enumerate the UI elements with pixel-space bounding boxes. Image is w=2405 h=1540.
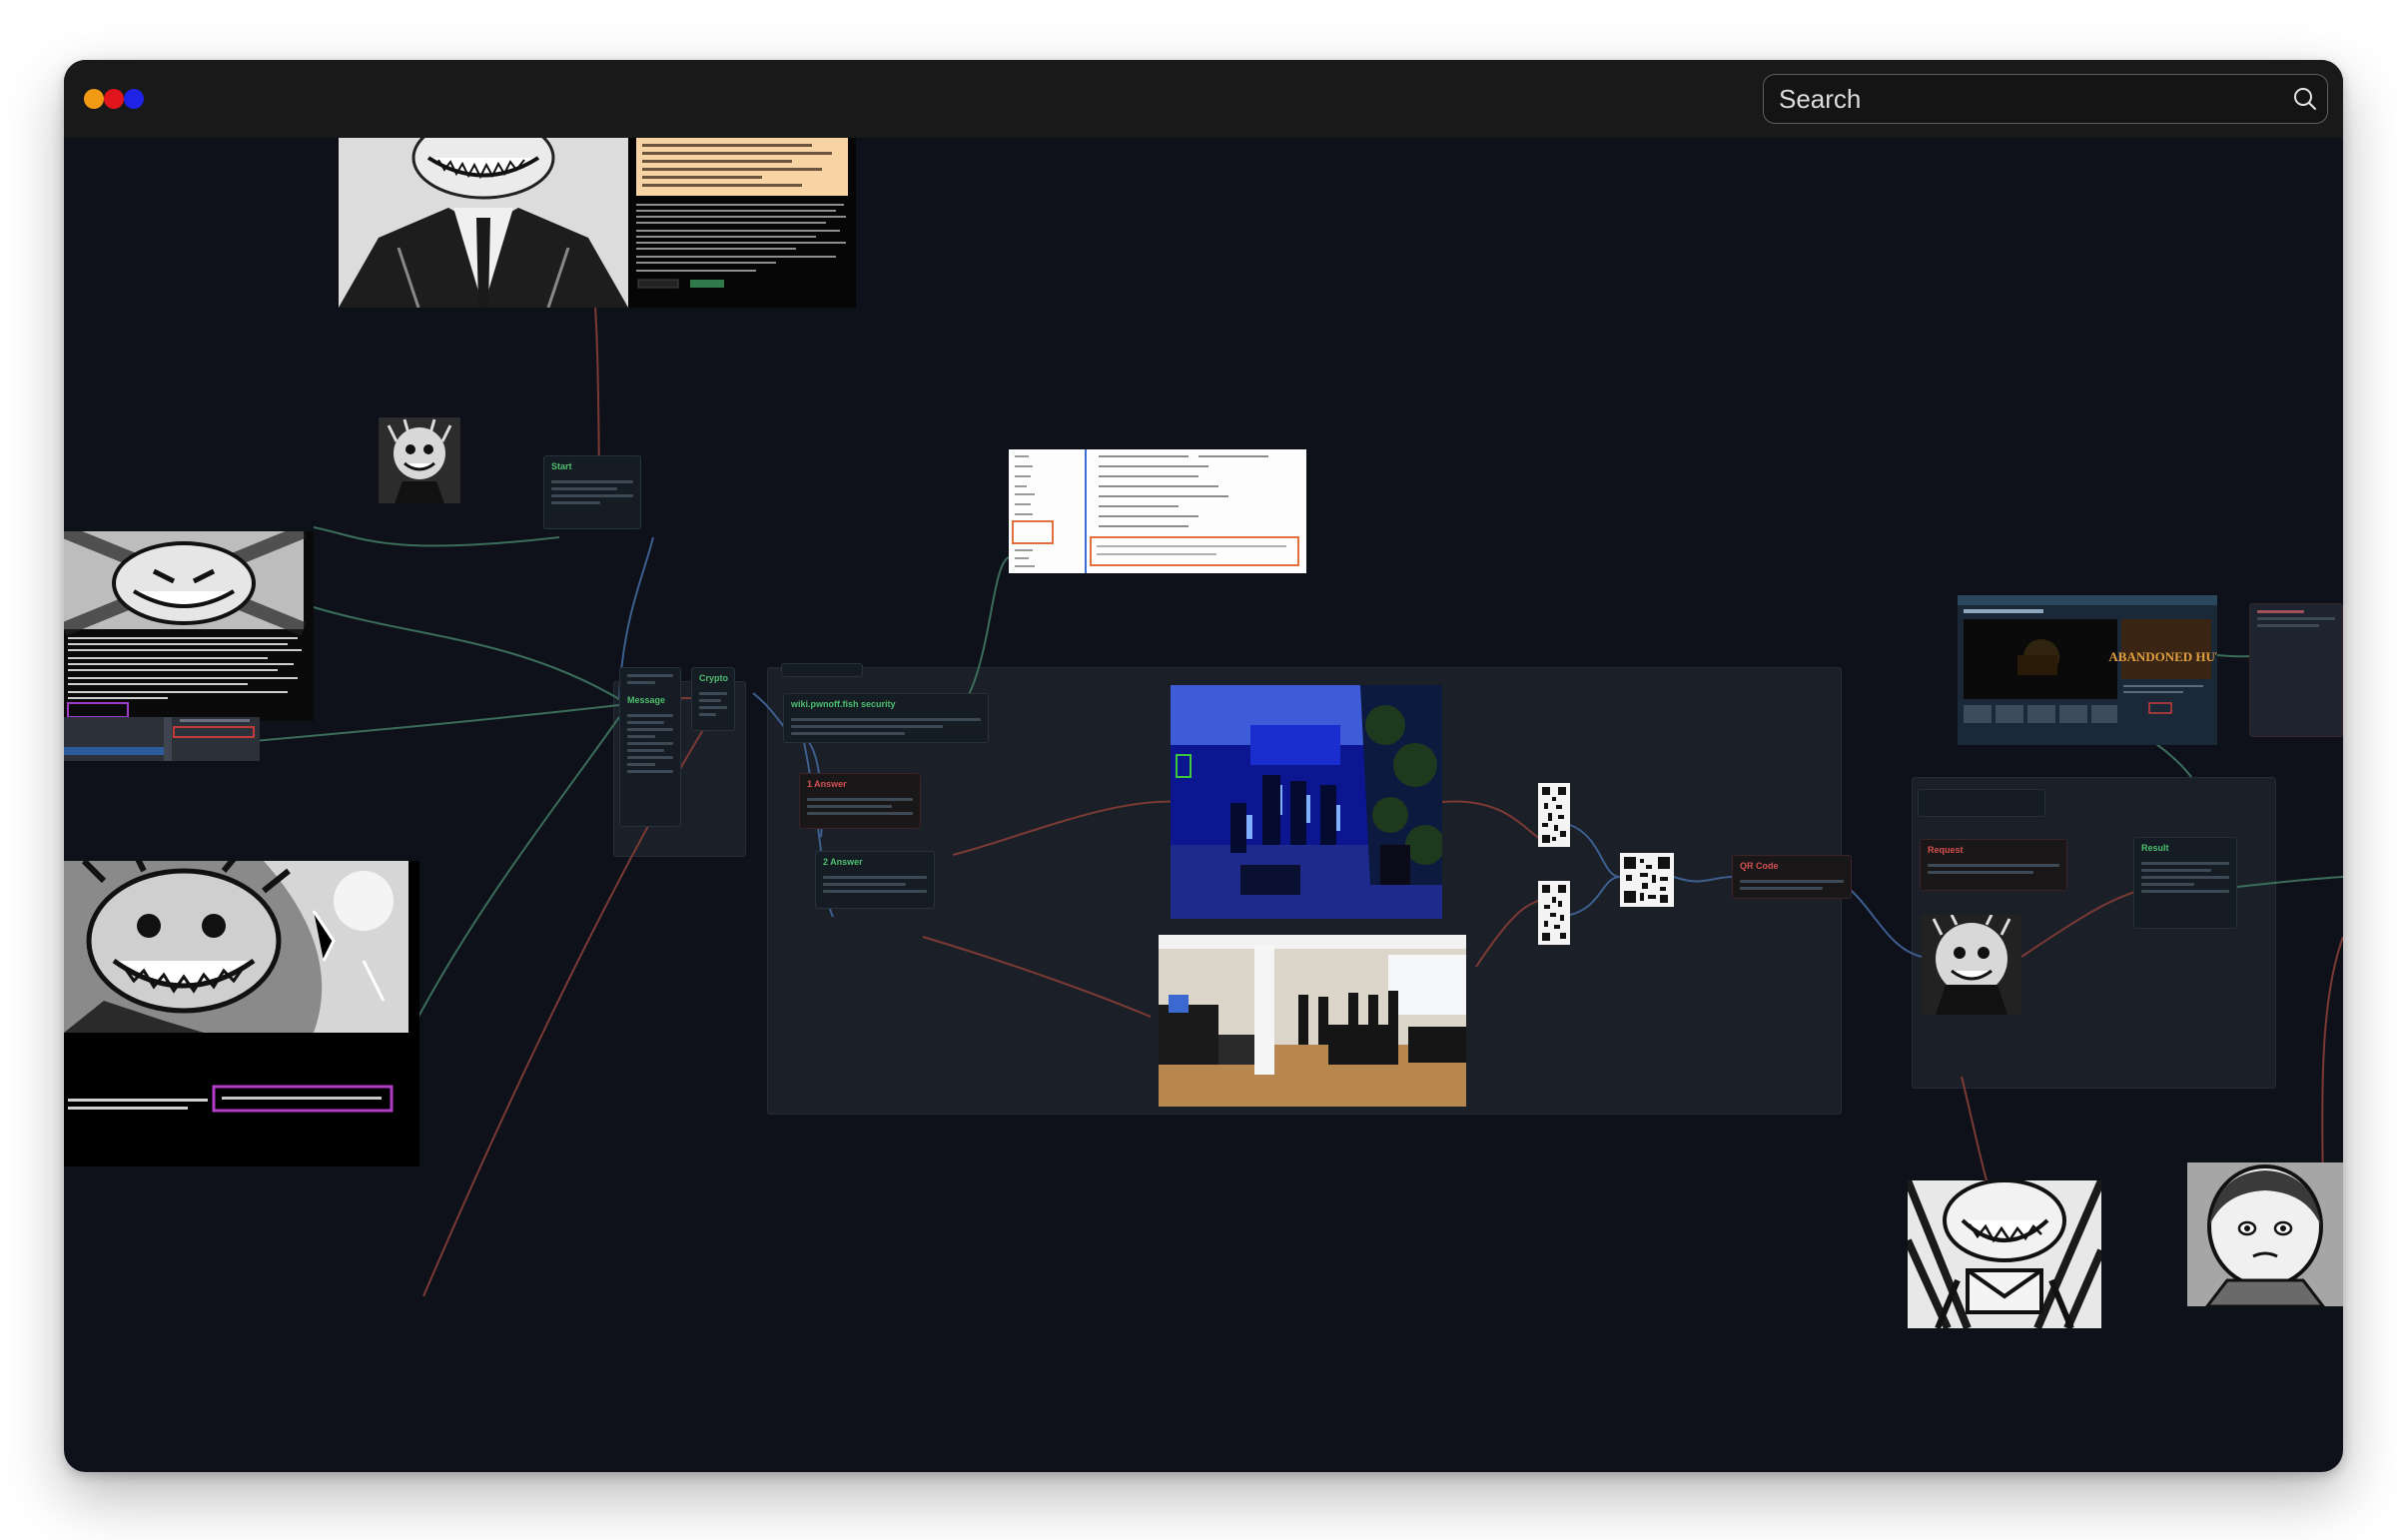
wire — [922, 936, 1152, 1018]
node-request[interactable]: Request — [1920, 839, 2067, 891]
wire — [592, 277, 600, 478]
node-security-header[interactable] — [781, 663, 863, 677]
node-title: Crypto — [699, 673, 728, 683]
node-title: 2 Answer — [823, 857, 863, 867]
image-qr-code-small-2[interactable] — [1538, 881, 1570, 945]
node-crypto[interactable]: Crypto — [691, 667, 735, 731]
node-message[interactable]: Message — [619, 667, 681, 827]
node-answer-2[interactable]: 2 Answer — [815, 851, 935, 909]
image-form-screenshot[interactable] — [1009, 449, 1306, 573]
wire — [2020, 886, 2152, 958]
node-canvas[interactable]: Start Message Crypto wiki.pwnoff.fish se… — [64, 138, 2343, 1472]
search-icon[interactable] — [2283, 77, 2327, 121]
node-start[interactable]: Start — [543, 455, 641, 529]
node-title: QR Code — [1740, 861, 1779, 871]
node-title: Message — [627, 695, 666, 705]
search-input[interactable] — [1764, 75, 2283, 123]
wire — [2236, 876, 2343, 888]
wire — [952, 800, 1182, 856]
node-title: Result — [2141, 843, 2169, 853]
wire — [1475, 898, 1541, 968]
node-title: Request — [1928, 845, 1964, 855]
wire — [1569, 824, 1621, 878]
game-title-art: ABANDONED HUT — [2108, 649, 2217, 664]
node-request-header[interactable] — [1918, 789, 2045, 817]
node-title: 1 Answer — [807, 779, 847, 789]
node-title: wiki.pwnoff.fish security — [791, 699, 896, 709]
image-creepy-face-article[interactable] — [64, 531, 314, 721]
wire — [1441, 800, 1541, 840]
image-creepy-head-thumbnail[interactable] — [379, 417, 460, 503]
image-blue-event-booth[interactable] — [1171, 685, 1442, 919]
maximize-button[interactable] — [124, 89, 144, 109]
node-answer-1[interactable]: 1 Answer — [799, 773, 921, 829]
image-qr-code-large[interactable] — [1620, 853, 1674, 907]
close-button[interactable] — [104, 89, 124, 109]
node-title: Start — [551, 461, 572, 471]
node-qr-code[interactable]: QR Code — [1732, 855, 1852, 899]
node-wiki-security[interactable]: wiki.pwnoff.fish security — [783, 693, 989, 743]
minimize-button[interactable] — [84, 89, 104, 109]
node-partial-right[interactable] — [2249, 603, 2343, 737]
app-window: Start — [64, 60, 2343, 1472]
image-steam-game-page[interactable]: ABANDONED HUT — [1958, 595, 2217, 745]
node-result[interactable]: Result — [2133, 837, 2237, 929]
image-notes-screenshot[interactable] — [628, 138, 856, 308]
image-window-strip[interactable] — [64, 717, 260, 761]
image-grinning-suit-character[interactable] — [339, 138, 628, 308]
title-bar — [64, 60, 2343, 138]
wire — [313, 526, 560, 547]
wire — [417, 716, 620, 1018]
wire — [2321, 936, 2343, 1187]
wire — [1673, 876, 1733, 883]
wire — [313, 606, 620, 700]
wire — [1569, 876, 1621, 916]
image-qr-code-small-1[interactable] — [1538, 783, 1570, 847]
image-cloaked-creature[interactable] — [1922, 915, 2021, 1015]
image-creepy-grin-storm[interactable] — [64, 861, 419, 1166]
search-bar — [1763, 74, 2328, 124]
image-old-woman-portrait[interactable] — [2187, 1162, 2343, 1306]
image-monster-with-envelope[interactable] — [1908, 1180, 2101, 1328]
image-conference-hall[interactable] — [1159, 935, 1466, 1107]
